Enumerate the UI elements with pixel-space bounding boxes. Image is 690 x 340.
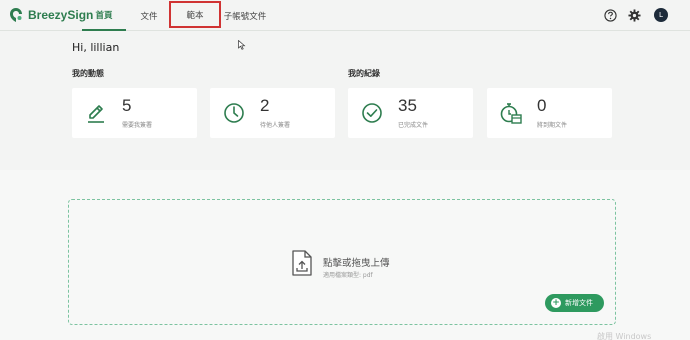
help-button[interactable] — [603, 8, 617, 22]
tab-subaccount-documents[interactable]: 子帳號文件 — [222, 0, 268, 31]
breezysign-logo-icon — [10, 8, 22, 22]
mouse-cursor-icon — [238, 40, 246, 50]
dropzone-file-type-hint: 適用檔案類型: pdf — [323, 272, 373, 279]
tab-templates-label: 範本 — [186, 10, 204, 21]
tab-home[interactable]: 首頁 — [82, 0, 126, 31]
tab-subaccount-documents-label: 子帳號文件 — [223, 11, 267, 22]
pen-icon — [88, 105, 104, 123]
section-title-activity: 我的動態 — [72, 69, 104, 78]
card-label: 將到期文件 — [537, 122, 568, 129]
card-completed-documents[interactable]: 35 已完成文件 — [348, 88, 473, 138]
plus-icon: + — [551, 298, 561, 308]
card-waiting-others[interactable]: 2 待他人簽署 — [210, 88, 335, 138]
settings-button[interactable] — [627, 8, 641, 22]
upload-document-icon — [292, 250, 312, 276]
file-dropzone[interactable]: 點擊或拖曳上傳 適用檔案類型: pdf — [68, 199, 616, 325]
greeting: Hi, lillian — [72, 41, 120, 54]
clock-icon — [224, 103, 244, 123]
new-document-button[interactable]: + 新增文件 — [545, 294, 604, 312]
card-label: 待他人簽署 — [260, 122, 291, 129]
card-value: 5 — [122, 96, 132, 115]
gear-icon — [627, 8, 641, 22]
tab-documents[interactable]: 文件 — [128, 0, 170, 31]
tab-documents-label: 文件 — [140, 11, 158, 22]
card-need-my-signature[interactable]: 5 需要我簽署 — [72, 88, 197, 138]
tab-home-label: 首頁 — [95, 10, 113, 21]
card-label: 已完成文件 — [398, 122, 429, 129]
card-value: 0 — [537, 96, 547, 115]
timer-calendar-icon — [500, 103, 522, 124]
card-label: 需要我簽署 — [122, 122, 153, 129]
new-document-label: 新增文件 — [565, 299, 593, 307]
tab-templates[interactable]: 範本 — [169, 1, 221, 28]
user-avatar[interactable]: L — [654, 8, 668, 22]
windows-activation-watermark: 啟用 Windows — [597, 332, 652, 340]
card-value: 2 — [260, 96, 270, 115]
brand-logo[interactable]: BreezySign — [8, 7, 93, 23]
card-value: 35 — [398, 96, 417, 115]
top-navigation-bar: BreezySign 首頁 文件 範本 子帳號文件 L — [0, 0, 690, 31]
card-expiring-documents[interactable]: 0 將到期文件 — [487, 88, 612, 138]
dropzone-title: 點擊或拖曳上傳 — [323, 258, 390, 269]
section-title-records: 我的紀錄 — [348, 69, 380, 78]
check-circle-icon — [362, 103, 382, 123]
help-icon — [603, 8, 617, 22]
